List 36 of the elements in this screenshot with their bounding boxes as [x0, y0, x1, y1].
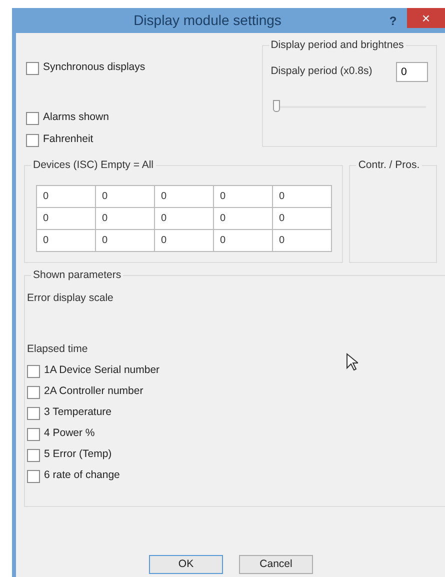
- elapsed-time-label: Elapsed time: [27, 342, 89, 357]
- checkbox[interactable]: Synchronous displays: [26, 59, 258, 77]
- device-cell[interactable]: 0: [272, 186, 332, 208]
- checkbox[interactable]: 1A Device Serial number: [27, 362, 445, 380]
- checkbox[interactable]: Alarms shown: [26, 109, 258, 127]
- dialog-button[interactable]: Cancel: [239, 555, 313, 574]
- close-button[interactable]: ×: [407, 8, 445, 28]
- device-cell[interactable]: 0: [154, 208, 214, 230]
- device-cell[interactable]: 0: [36, 230, 96, 252]
- device-cell[interactable]: 0: [272, 208, 332, 230]
- checkbox[interactable]: 3 Temperature: [27, 404, 445, 422]
- checkbox[interactable]: 2A Controller number: [27, 383, 445, 401]
- help-button[interactable]: ?: [379, 10, 407, 30]
- error-scale-label: Error display scale: [27, 291, 114, 306]
- device-cell[interactable]: 0: [214, 208, 272, 230]
- checkbox[interactable]: 4 Power %: [27, 425, 445, 443]
- device-cell[interactable]: 0: [214, 186, 272, 208]
- device-cell[interactable]: 0: [154, 230, 214, 252]
- checkbox[interactable]: Fahrenheit: [26, 131, 258, 149]
- device-cell[interactable]: 0: [96, 186, 154, 208]
- period-input[interactable]: 0: [396, 62, 428, 82]
- window-title: Display module settings: [132, 11, 282, 30]
- brightness-slider[interactable]: [272, 100, 426, 114]
- device-cell[interactable]: 0: [214, 230, 272, 252]
- device-cell[interactable]: 0: [96, 230, 154, 252]
- checkbox[interactable]: 6 rate of change: [27, 467, 445, 485]
- slider-thumb[interactable]: [272, 100, 280, 112]
- checkbox[interactable]: 5 Error (Temp): [27, 446, 445, 464]
- device-cell[interactable]: 0: [272, 230, 332, 252]
- mouse-cursor-icon: [346, 353, 358, 371]
- device-cell[interactable]: 0: [96, 208, 154, 230]
- device-cell[interactable]: 0: [154, 186, 214, 208]
- device-cell[interactable]: 0: [36, 186, 96, 208]
- period-label: Dispaly period (x0.8s): [270, 64, 372, 80]
- device-cell[interactable]: 0: [36, 208, 96, 230]
- dialog-button[interactable]: OK: [149, 555, 223, 574]
